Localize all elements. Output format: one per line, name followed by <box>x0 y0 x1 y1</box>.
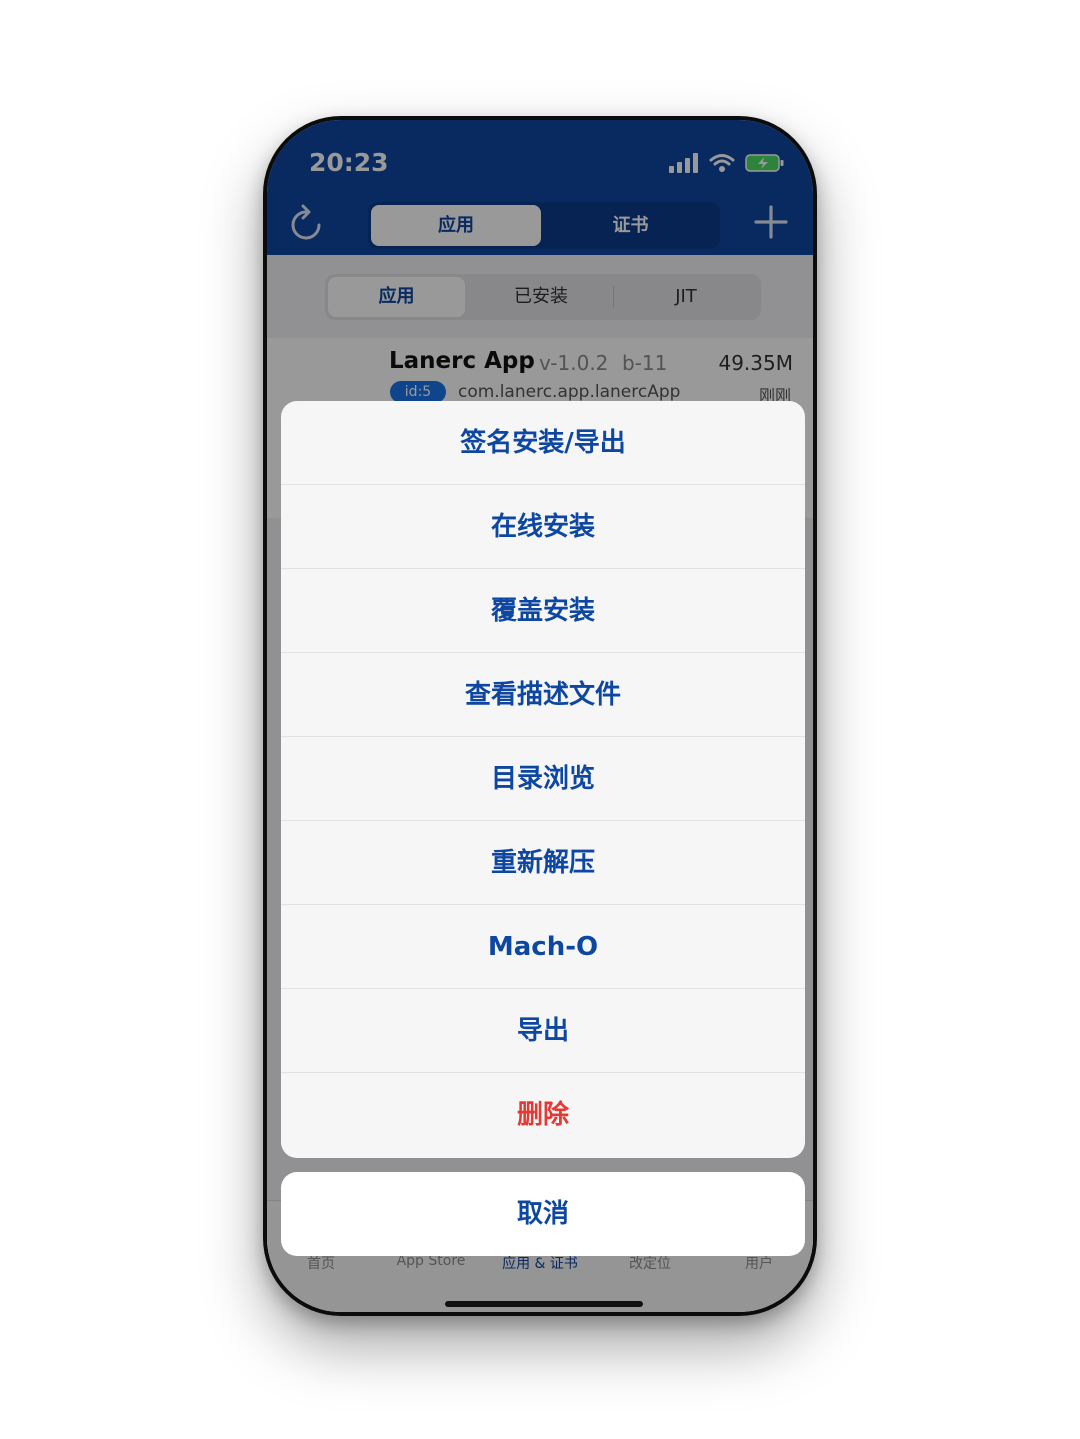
action-online-install[interactable]: 在线安装 <box>281 485 805 569</box>
action-sheet: 签名安装/导出 在线安装 覆盖安装 查看描述文件 目录浏览 重新解压 Mach-… <box>281 401 805 1158</box>
phone-frame: 20:23 应用 证书 应用 已安装 JIT Lanerc App v-1.0.… <box>263 116 817 1316</box>
action-browse-directory[interactable]: 目录浏览 <box>281 737 805 821</box>
action-re-extract[interactable]: 重新解压 <box>281 821 805 905</box>
action-sign-install-export[interactable]: 签名安装/导出 <box>281 401 805 485</box>
action-view-profile[interactable]: 查看描述文件 <box>281 653 805 737</box>
action-delete[interactable]: 删除 <box>281 1073 805 1157</box>
action-overwrite-install[interactable]: 覆盖安装 <box>281 569 805 653</box>
home-indicator[interactable] <box>445 1301 643 1307</box>
action-export[interactable]: 导出 <box>281 989 805 1073</box>
action-mach-o[interactable]: Mach-O <box>281 905 805 989</box>
cancel-button[interactable]: 取消 <box>281 1172 805 1256</box>
screen: 20:23 应用 证书 应用 已安装 JIT Lanerc App v-1.0.… <box>267 120 813 1312</box>
